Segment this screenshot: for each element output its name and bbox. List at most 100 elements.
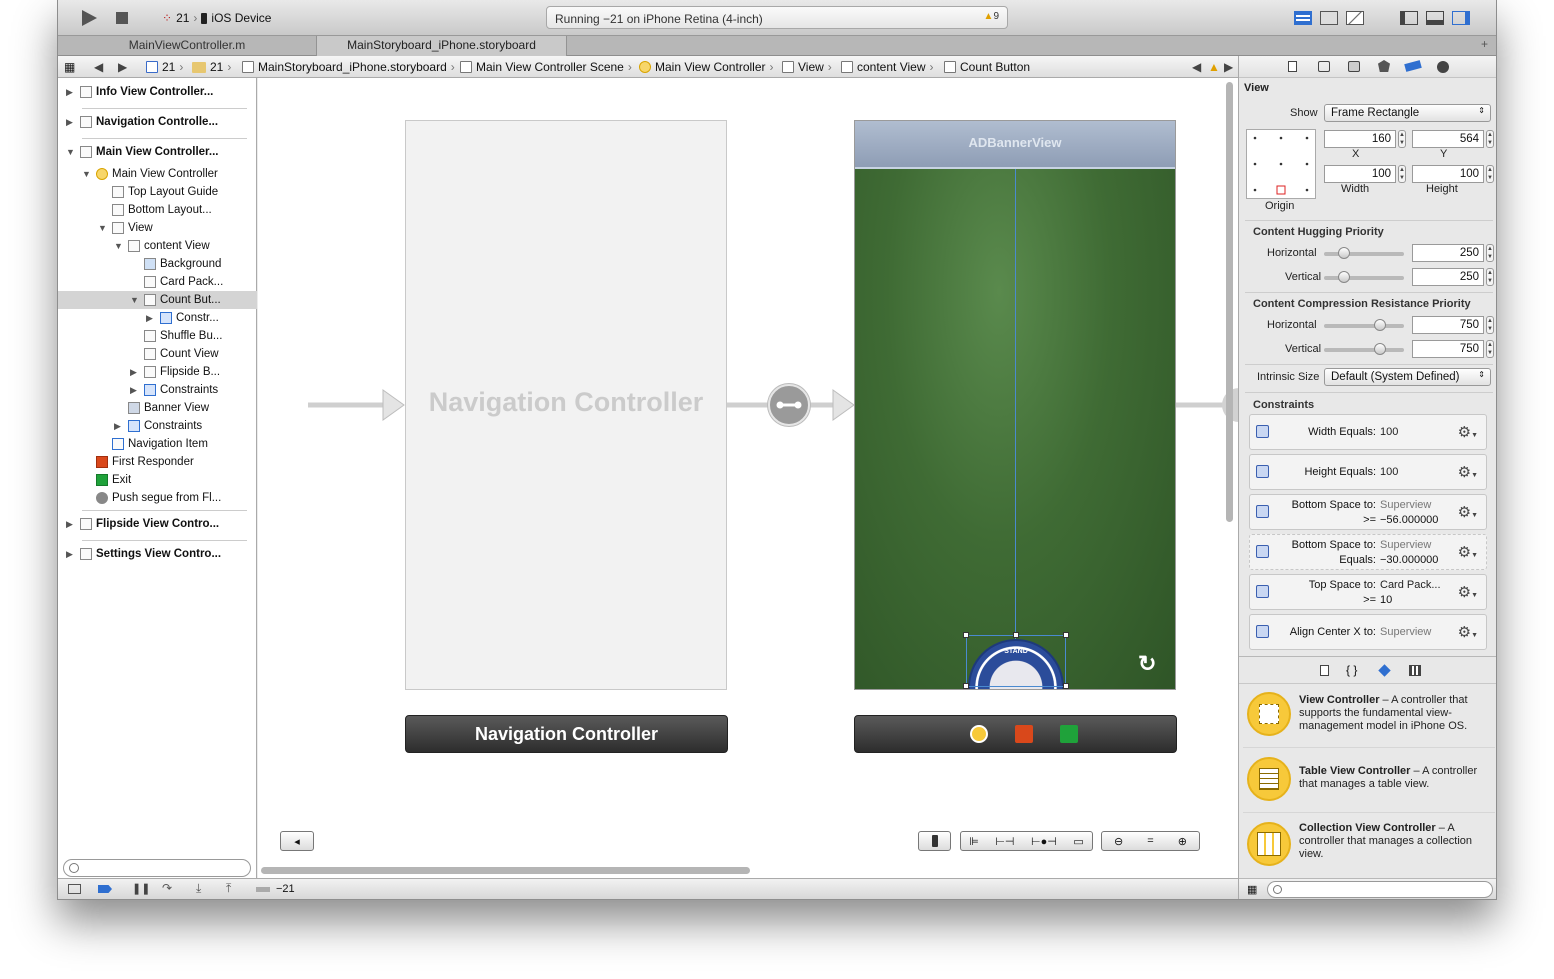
compression-vertical-stepper[interactable]: ▲ ▼: [1486, 340, 1494, 358]
scene-info[interactable]: ▶ Info View Controller...: [58, 83, 257, 101]
outline-item-first-responder[interactable]: First Responder: [58, 453, 257, 471]
banner-view[interactable]: ADBannerView: [855, 121, 1175, 169]
identity-inspector-icon[interactable]: [1348, 61, 1360, 72]
form-factor-button[interactable]: [918, 831, 951, 851]
file-inspector-icon[interactable]: [1288, 61, 1297, 72]
attributes-inspector-icon[interactable]: [1378, 60, 1390, 72]
jump-item-storyboard[interactable]: MainStoryboard_iPhone.storyboard ›: [242, 60, 455, 74]
document-outline-toggle-button[interactable]: ◂: [280, 831, 314, 851]
constraint-row[interactable]: Bottom Space to: Superview Equals: −30.0000…: [1249, 534, 1487, 570]
zoom-in-icon[interactable]: ⊕: [1178, 835, 1187, 848]
gear-icon[interactable]: ⚙▼: [1458, 463, 1478, 481]
zoom-actual-icon[interactable]: =: [1147, 835, 1153, 847]
outline-item-navigation-item[interactable]: Navigation Item: [58, 435, 257, 453]
debug-toggle-icon[interactable]: [1426, 11, 1444, 25]
resolve-icon[interactable]: ⊢●⊣: [1031, 835, 1057, 848]
outline-item-push-segue[interactable]: Push segue from Fl...: [58, 489, 257, 507]
gear-icon[interactable]: ⚙▼: [1458, 583, 1478, 601]
resize-handle[interactable]: [1063, 632, 1069, 638]
intrinsic-size-popup[interactable]: Default (System Defined) ⇕: [1324, 368, 1491, 386]
assistant-editor-icon[interactable]: [1320, 11, 1338, 25]
constraint-row[interactable]: Bottom Space to: Superview >= −56.000000 ⚙▼: [1249, 494, 1487, 530]
segue-relationship-icon[interactable]: [768, 384, 810, 426]
constraint-row[interactable]: Width Equals: 100 ⚙▼: [1249, 414, 1487, 450]
outline-item-card-pack[interactable]: Card Pack...: [58, 273, 257, 291]
width-stepper[interactable]: ▲ ▼: [1398, 165, 1406, 183]
y-stepper[interactable]: ▲ ▼: [1486, 130, 1494, 148]
show-popup[interactable]: Frame Rectangle ⇕: [1324, 104, 1491, 122]
previous-issue-icon[interactable]: ◀: [1192, 60, 1201, 74]
navigator-toggle-icon[interactable]: [1400, 11, 1418, 25]
view-controller-dock-icon[interactable]: [970, 725, 988, 743]
gear-icon[interactable]: ⚙▼: [1458, 423, 1478, 441]
step-over-icon[interactable]: ↷: [162, 881, 172, 895]
resize-handle[interactable]: [963, 683, 969, 689]
object-library-icon[interactable]: [1378, 664, 1391, 677]
scene-navigation[interactable]: ▶ Navigation Controlle...: [58, 113, 257, 131]
first-responder-dock-icon[interactable]: [1015, 725, 1033, 743]
quick-help-icon[interactable]: [1318, 61, 1330, 72]
constraint-row[interactable]: Top Space to: Card Pack... >= 10 ⚙▼: [1249, 574, 1487, 610]
constraint-row[interactable]: Height Equals: 100 ⚙▼: [1249, 454, 1487, 490]
outline-item-bottom-layout-guide[interactable]: Bottom Layout...: [58, 201, 257, 219]
constraint-row[interactable]: Align Center X to: Superview ⚙▼: [1249, 614, 1487, 650]
jump-item-count-button[interactable]: Count Button: [944, 60, 1030, 74]
file-template-icon[interactable]: [1320, 665, 1329, 676]
resize-handle[interactable]: [963, 632, 969, 638]
compression-vertical-field[interactable]: 750: [1412, 340, 1484, 358]
version-editor-icon[interactable]: [1346, 11, 1364, 25]
gear-icon[interactable]: ⚙▼: [1458, 623, 1478, 641]
warning-badge[interactable]: ▲9: [984, 11, 999, 22]
main-view-controller-scene[interactable]: ADBannerView STAND ↻: [854, 120, 1176, 690]
tab-mainviewcontroller-m[interactable]: MainViewController.m: [58, 36, 317, 56]
outline-item-exit[interactable]: Exit: [58, 471, 257, 489]
hugging-vertical-slider[interactable]: [1324, 271, 1404, 283]
next-issue-icon[interactable]: ▶: [1224, 60, 1233, 74]
outline-item-count-button[interactable]: ▼ Count But...: [58, 291, 257, 309]
library-item-collection-view-controller[interactable]: Collection View Controller – A controlle…: [1243, 816, 1495, 878]
navigation-controller-dock[interactable]: Navigation Controller: [405, 715, 728, 753]
vertical-scrollbar[interactable]: [1226, 82, 1233, 522]
utilities-toggle-icon[interactable]: [1452, 11, 1470, 25]
jump-item-view[interactable]: View ›: [782, 60, 832, 74]
standard-editor-icon[interactable]: [1294, 11, 1312, 25]
pause-icon[interactable]: ❚❚: [132, 882, 150, 895]
size-inspector-icon[interactable]: [1404, 60, 1422, 72]
x-stepper[interactable]: ▲ ▼: [1398, 130, 1406, 148]
x-field[interactable]: 160: [1324, 130, 1396, 148]
code-snippet-icon[interactable]: { }: [1346, 663, 1357, 677]
align-icon[interactable]: ⊫: [969, 835, 979, 848]
back-icon[interactable]: ◀: [94, 60, 103, 74]
resizing-icon[interactable]: ▭: [1073, 835, 1083, 848]
resize-handle[interactable]: [1063, 683, 1069, 689]
scene-main[interactable]: ▼ Main View Controller...: [58, 143, 257, 161]
height-stepper[interactable]: ▲ ▼: [1486, 165, 1494, 183]
hugging-horizontal-stepper[interactable]: ▲ ▼: [1486, 244, 1494, 262]
stop-button[interactable]: [114, 8, 130, 28]
connections-inspector-icon[interactable]: [1437, 61, 1449, 73]
add-tab-icon[interactable]: +: [1481, 37, 1488, 51]
grid-view-icon[interactable]: ▦: [1247, 883, 1257, 896]
hugging-vertical-field[interactable]: 250: [1412, 268, 1484, 286]
main-view-controller-dock[interactable]: [854, 715, 1177, 753]
compression-horizontal-field[interactable]: 750: [1412, 316, 1484, 334]
outline-item-flipside-button[interactable]: ▶ Flipside B...: [58, 363, 257, 381]
width-field[interactable]: 100: [1324, 165, 1396, 183]
hugging-horizontal-slider[interactable]: [1324, 247, 1404, 259]
y-field[interactable]: 564: [1412, 130, 1484, 148]
forward-icon[interactable]: ▶: [118, 60, 127, 74]
refresh-icon[interactable]: ↻: [1138, 651, 1156, 677]
storyboard-canvas[interactable]: Navigation Controller Navigation Control…: [258, 78, 1259, 878]
compression-horizontal-stepper[interactable]: ▲ ▼: [1486, 316, 1494, 334]
height-field[interactable]: 100: [1412, 165, 1484, 183]
compression-vertical-slider[interactable]: [1324, 343, 1404, 355]
origin-selector[interactable]: [1246, 129, 1316, 199]
jump-item-project[interactable]: 21 ›: [146, 60, 183, 74]
outline-item-main-view-controller[interactable]: ▼ Main View Controller: [58, 165, 257, 183]
scene-flipside[interactable]: ▶ Flipside View Contro...: [58, 515, 257, 533]
exit-dock-icon[interactable]: [1060, 725, 1078, 743]
pin-icon[interactable]: ⊢⊣: [995, 835, 1014, 848]
jump-item-folder[interactable]: 21 ›: [192, 60, 231, 74]
outline-item-shuffle-button[interactable]: Shuffle Bu...: [58, 327, 257, 345]
media-library-icon[interactable]: [1409, 665, 1421, 676]
